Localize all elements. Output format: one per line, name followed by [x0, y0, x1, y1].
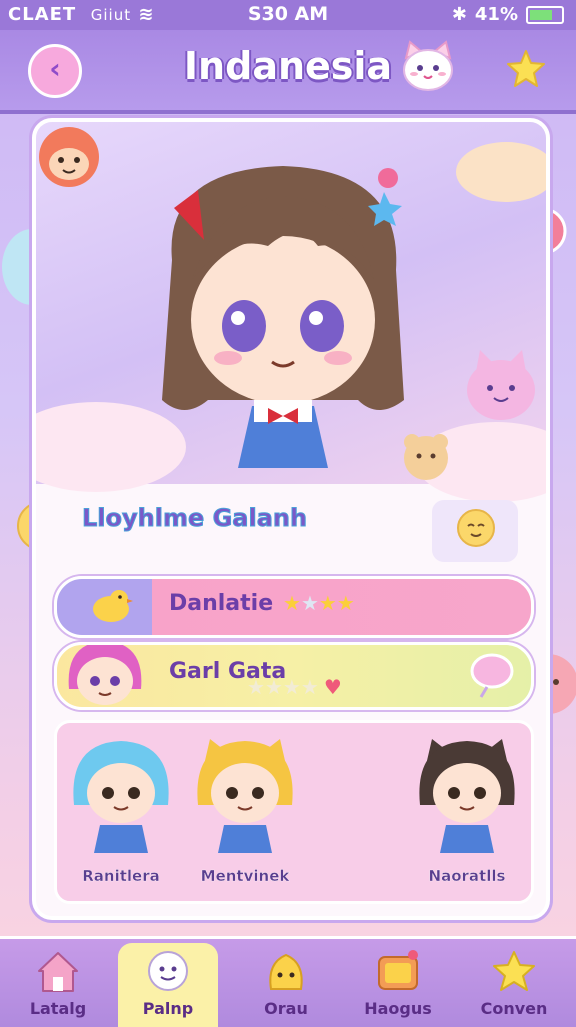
star-icon: [493, 951, 535, 991]
nav-item-haogus[interactable]: Haogus: [348, 943, 448, 1027]
yellow-hair-girl-avatar: [197, 739, 293, 853]
star-filled-icon: ★: [283, 591, 301, 615]
app-header: ‹ Indanesia: [0, 30, 576, 110]
star-filled-icon: ★: [336, 591, 355, 615]
favorite-star-button[interactable]: [506, 48, 546, 88]
cat-mascot-icon: [403, 40, 453, 91]
rating-stars-2: ★★★★ ♥: [247, 675, 342, 699]
status-right: ✱ 41%: [452, 4, 564, 25]
star-empty-icon: ★: [247, 675, 265, 699]
star-empty-icon: ★: [300, 591, 319, 615]
nav-item-conven[interactable]: Conven: [464, 943, 564, 1027]
chibi-girl-avatar: [162, 166, 404, 468]
status-bar: CLAET Giiut ≋ S30 AM ✱ 41%: [0, 0, 576, 30]
rating-stars-1: ★★★★: [283, 591, 355, 615]
friend-name: Mentvinek: [200, 867, 290, 885]
character-hero: [36, 122, 546, 502]
smile-icon: [148, 951, 188, 991]
bottom-nav: Latalg Palnp Orau Haogus Conven: [0, 936, 576, 1027]
battery-icon: [526, 5, 564, 24]
blob-icon: [269, 953, 303, 990]
tv-icon: [378, 950, 418, 990]
star-empty-icon: ★: [264, 675, 283, 699]
blue-hair-girl-avatar: [73, 741, 169, 853]
stat-bar-2[interactable]: Garl Gata ★★★★ ♥: [54, 642, 534, 710]
heart-icon: ♥: [323, 675, 342, 699]
sun-mood-icon: [457, 509, 495, 547]
friend-name: Naoratlls: [428, 867, 506, 885]
friend-card[interactable]: Naoratlls: [407, 735, 527, 897]
nav-item-latalg[interactable]: Latalg: [8, 943, 108, 1027]
star-filled-icon: ★: [318, 591, 337, 615]
character-name: Lloyhlme Galanh: [81, 504, 308, 533]
house-icon: [38, 952, 78, 992]
stat-label-1: Danlatie: [169, 591, 274, 616]
bluetooth-icon: ✱: [451, 4, 467, 25]
friends-panel: Ranitlera Mentvinek Naoratlls: [54, 720, 534, 904]
friend-name: Ranitlera: [82, 867, 160, 885]
friend-card[interactable]: Ranitlera: [61, 735, 181, 897]
profile-card: Lloyhlme Galanh Danlatie ★★★★ Garl Gata: [32, 118, 550, 920]
mood-badge[interactable]: [432, 500, 518, 562]
star-empty-icon: ★: [300, 675, 319, 699]
nav-item-palnp[interactable]: Palnp: [118, 943, 218, 1027]
nav-item-orau[interactable]: Orau: [236, 943, 336, 1027]
duck-icon: [93, 590, 133, 622]
nav-label: Latalg: [29, 999, 87, 1018]
nav-label: Haogus: [364, 999, 432, 1018]
nav-label: Palnp: [142, 999, 194, 1018]
dark-hair-girl-avatar: [419, 739, 515, 853]
nav-label: Conven: [480, 999, 548, 1018]
pink-hair-girl-avatar: [68, 645, 142, 705]
page-title: Indanesia: [183, 44, 393, 88]
nav-label: Orau: [264, 999, 308, 1018]
friend-card[interactable]: Mentvinek: [185, 735, 305, 897]
profile-name-row: Lloyhlme Galanh: [36, 494, 546, 566]
stat-bar-1[interactable]: Danlatie ★★★★: [54, 576, 534, 638]
battery-percent: 41%: [474, 4, 518, 25]
monkey-face-icon: [39, 127, 99, 187]
cat-plush-icon: [467, 350, 535, 420]
candy-icon: [470, 653, 514, 698]
star-empty-icon: ★: [282, 675, 301, 699]
